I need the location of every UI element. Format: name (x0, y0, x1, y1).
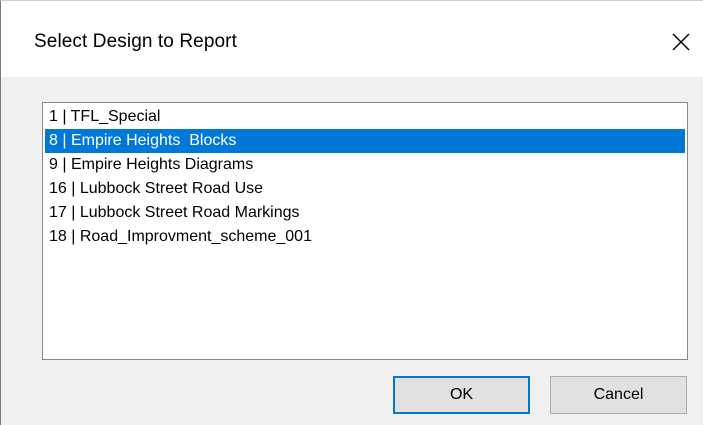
list-item[interactable]: 17 | Lubbock Street Road Markings (45, 201, 685, 225)
close-icon (672, 33, 690, 51)
list-item[interactable]: 9 | Empire Heights Diagrams (45, 153, 685, 177)
design-listbox[interactable]: 1 | TFL_Special 8 | Empire Heights Block… (42, 102, 688, 360)
list-item[interactable]: 16 | Lubbock Street Road Use (45, 177, 685, 201)
cancel-button[interactable]: Cancel (550, 376, 687, 414)
ok-button[interactable]: OK (393, 376, 530, 414)
list-item[interactable]: 18 | Road_Improvment_scheme_001 (45, 225, 685, 249)
list-item[interactable]: 8 | Empire Heights Blocks (45, 129, 685, 153)
close-button[interactable] (658, 19, 703, 65)
select-design-dialog: Select Design to Report 1 | TFL_Special … (0, 0, 703, 425)
list-item[interactable]: 1 | TFL_Special (45, 105, 685, 129)
title-bar: Select Design to Report (1, 1, 703, 77)
dialog-title: Select Design to Report (34, 31, 237, 52)
